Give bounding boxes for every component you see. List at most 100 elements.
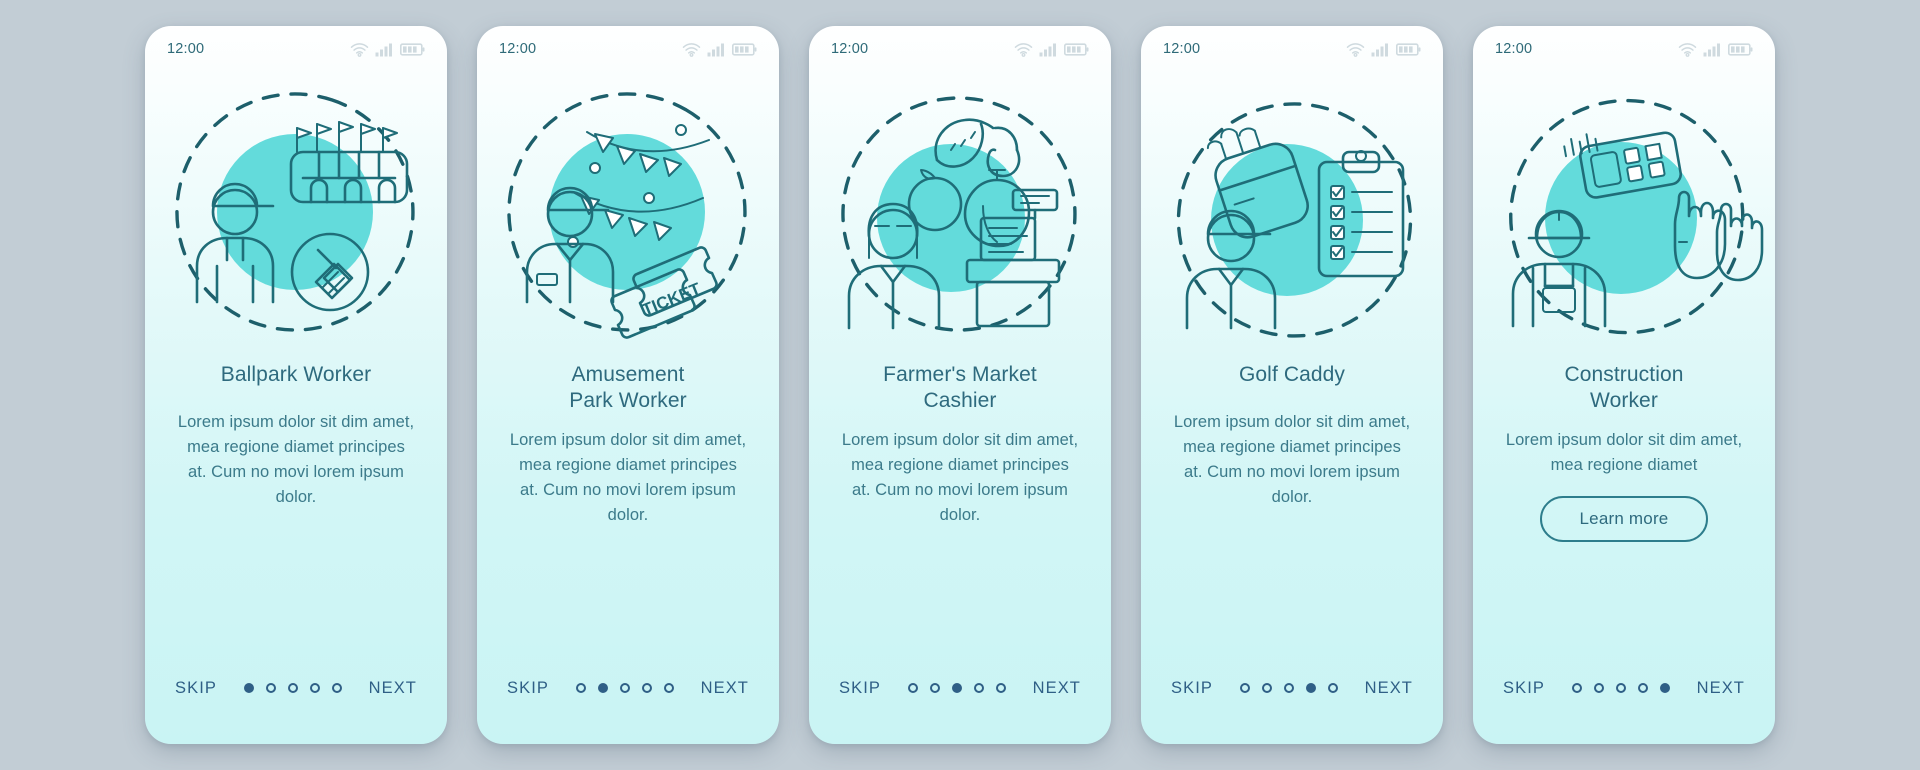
cellular-signal-icon xyxy=(375,43,392,56)
step-dot-2[interactable] xyxy=(597,683,608,693)
battery-icon xyxy=(1728,42,1753,56)
onboarding-nav: SKIP NEXT xyxy=(809,632,1111,744)
learn-more-button[interactable]: Learn more xyxy=(1539,496,1709,542)
page-description: Lorem ipsum dolor sit dim amet, mea regi… xyxy=(1173,413,1411,506)
page-title: Construction Worker xyxy=(1564,362,1683,414)
cellular-signal-icon xyxy=(707,43,724,56)
step-dot-3[interactable] xyxy=(1615,683,1626,693)
step-dot-2[interactable] xyxy=(929,683,940,693)
screen-text-block: Golf Caddy Lorem ipsum dolor sit dim ame… xyxy=(1141,362,1443,632)
page-description: Lorem ipsum dolor sit dim amet, mea regi… xyxy=(841,431,1079,524)
onboarding-nav: SKIP NEXT xyxy=(1141,632,1443,744)
page-title: Golf Caddy xyxy=(1238,363,1346,386)
page-description: Lorem ipsum dolor sit dim amet, mea regi… xyxy=(509,431,747,524)
screen-text-block: Ballpark Worker Lorem ipsum dolor sit di… xyxy=(145,362,447,632)
page-description: Lorem ipsum dolor sit dim amet, mea regi… xyxy=(177,413,415,506)
step-dot-1[interactable] xyxy=(575,683,586,693)
wifi-icon xyxy=(1678,42,1697,57)
status-bar: 12:00 xyxy=(809,26,1111,72)
cellular-signal-icon xyxy=(1039,43,1056,56)
status-bar-clock: 12:00 xyxy=(1163,41,1201,57)
next-button[interactable]: NEXT xyxy=(1697,679,1745,698)
step-dot-4[interactable] xyxy=(1305,683,1316,693)
next-button[interactable]: NEXT xyxy=(701,679,749,698)
step-dot-4[interactable] xyxy=(309,683,320,693)
step-dot-5[interactable] xyxy=(995,683,1006,693)
page-title-line-1: Farmer's Market xyxy=(883,363,1037,386)
battery-icon xyxy=(400,42,425,56)
step-dots xyxy=(1239,683,1338,693)
skip-button[interactable]: SKIP xyxy=(1503,679,1545,698)
screen-text-block: Amusement Park Worker Lorem ipsum dolor … xyxy=(477,362,779,632)
step-dot-3[interactable] xyxy=(951,683,962,693)
step-dot-3[interactable] xyxy=(287,683,298,693)
step-dot-5[interactable] xyxy=(663,683,674,693)
step-dot-2[interactable] xyxy=(265,683,276,693)
status-bar: 12:00 xyxy=(145,26,447,72)
wifi-icon xyxy=(682,42,701,57)
page-description: Lorem ipsum dolor sit dim amet, mea regi… xyxy=(1505,431,1743,474)
skip-button[interactable]: SKIP xyxy=(1171,679,1213,698)
status-bar: 12:00 xyxy=(477,26,779,72)
step-dot-2[interactable] xyxy=(1261,683,1272,693)
construction-worker-illustration xyxy=(1473,72,1775,362)
status-bar-clock: 12:00 xyxy=(1495,41,1533,57)
step-dots xyxy=(243,683,342,693)
status-bar: 12:00 xyxy=(1473,26,1775,72)
battery-icon xyxy=(732,42,757,56)
step-dot-3[interactable] xyxy=(1283,683,1294,693)
step-dot-1[interactable] xyxy=(907,683,918,693)
page-title-line-1: Construction xyxy=(1564,363,1684,386)
step-dot-2[interactable] xyxy=(1593,683,1604,693)
onboarding-screen-farmers-market-cashier: 12:00 Farmer's Market Cashier Lorem ipsu… xyxy=(809,26,1111,744)
onboarding-screen-construction-worker: 12:00 Construction Worker Lorem ipsum do… xyxy=(1473,26,1775,744)
status-bar-icons xyxy=(1678,42,1753,57)
ballpark-worker-illustration xyxy=(145,72,447,362)
onboarding-screen-amusement-park-worker: 12:00 TICKET Amusement Park Worker Lorem… xyxy=(477,26,779,744)
step-dots xyxy=(1571,683,1670,693)
golf-caddy-illustration xyxy=(1141,72,1443,362)
status-bar-clock: 12:00 xyxy=(167,41,205,57)
battery-icon xyxy=(1396,42,1421,56)
step-dot-5[interactable] xyxy=(1659,683,1670,693)
next-button[interactable]: NEXT xyxy=(369,679,417,698)
page-title: Farmer's Market Cashier xyxy=(883,362,1037,414)
wifi-icon xyxy=(1014,42,1033,57)
skip-button[interactable]: SKIP xyxy=(175,679,217,698)
next-button[interactable]: NEXT xyxy=(1365,679,1413,698)
onboarding-screen-ballpark-worker: 12:00 Ballpark Worker Lorem ipsum dolor … xyxy=(145,26,447,744)
cellular-signal-icon xyxy=(1703,43,1720,56)
step-dot-5[interactable] xyxy=(331,683,342,693)
status-bar: 12:00 xyxy=(1141,26,1443,72)
step-dot-1[interactable] xyxy=(1571,683,1582,693)
skip-button[interactable]: SKIP xyxy=(507,679,549,698)
step-dot-4[interactable] xyxy=(641,683,652,693)
onboarding-nav: SKIP NEXT xyxy=(1473,632,1775,744)
onboarding-screen-golf-caddy: 12:00 Golf Caddy Lorem ipsum dolor sit d… xyxy=(1141,26,1443,744)
skip-button[interactable]: SKIP xyxy=(839,679,881,698)
page-title-line-2: Park Worker xyxy=(569,389,687,412)
onboarding-nav: SKIP NEXT xyxy=(145,632,447,744)
status-bar-icons xyxy=(350,42,425,57)
step-dot-4[interactable] xyxy=(1637,683,1648,693)
status-bar-icons xyxy=(1346,42,1421,57)
page-title-line-2: Worker xyxy=(1590,389,1658,412)
status-bar-clock: 12:00 xyxy=(831,41,869,57)
step-dot-1[interactable] xyxy=(243,683,254,693)
onboarding-nav: SKIP NEXT xyxy=(477,632,779,744)
farmers-market-cashier-illustration xyxy=(809,72,1111,362)
battery-icon xyxy=(1064,42,1089,56)
cellular-signal-icon xyxy=(1371,43,1388,56)
step-dots xyxy=(907,683,1006,693)
step-dot-3[interactable] xyxy=(619,683,630,693)
status-bar-icons xyxy=(1014,42,1089,57)
step-dots xyxy=(575,683,674,693)
page-title: Ballpark Worker xyxy=(220,363,372,386)
step-dot-4[interactable] xyxy=(973,683,984,693)
step-dot-1[interactable] xyxy=(1239,683,1250,693)
status-bar-icons xyxy=(682,42,757,57)
step-dot-5[interactable] xyxy=(1327,683,1338,693)
wifi-icon xyxy=(350,42,369,57)
page-title-line-2: Cashier xyxy=(923,389,997,412)
next-button[interactable]: NEXT xyxy=(1033,679,1081,698)
